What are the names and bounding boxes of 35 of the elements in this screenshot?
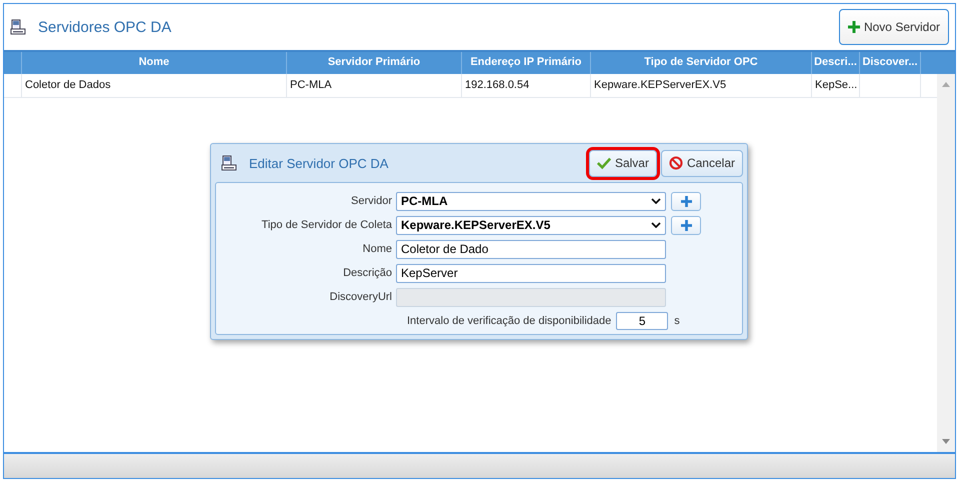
table-cell: 192.168.0.54 (465, 79, 530, 91)
add-button[interactable] (671, 216, 701, 234)
chevron-down-icon (651, 222, 661, 228)
plus-icon (680, 220, 692, 230)
field-label: Tipo de Servidor de Coleta (260, 219, 393, 231)
table-cell: KepSe... (815, 79, 858, 91)
server-icon (221, 155, 237, 171)
plus-icon (680, 196, 692, 206)
unit-label: s (674, 315, 680, 327)
field-label: Intervalo de verificação de disponibilidade (407, 315, 612, 327)
table-cell: PC-MLA (290, 79, 332, 91)
field-label: DiscoveryUrl (328, 291, 393, 303)
plus-icon (848, 21, 860, 33)
table-cell: Coletor de Dados (25, 79, 111, 91)
input-field[interactable]: Coletor de Dado (396, 240, 666, 258)
new-server-button[interactable]: Novo Servidor (838, 9, 949, 45)
field-label: Nome (362, 243, 393, 255)
field-label: Descrição (342, 267, 393, 279)
chevron-down-icon (651, 198, 661, 204)
field-label: Servidor (350, 195, 393, 207)
server-icon (10, 19, 26, 35)
scroll-down-icon[interactable] (942, 439, 950, 444)
input-field[interactable]: KepServer (396, 264, 666, 282)
page-title: Servidores OPC DA (38, 18, 172, 36)
dropdown[interactable]: Kepware.KEPServerEX.V5 (396, 216, 666, 234)
scrollbar[interactable] (937, 74, 955, 452)
prohibited-icon (668, 156, 683, 170)
dropdown[interactable]: PC-MLA (396, 192, 666, 210)
table-cell: Kepware.KEPServerEX.V5 (594, 79, 726, 91)
cancel-button[interactable]: Cancelar (660, 150, 743, 176)
dialog-title: Editar Servidor OPC DA (249, 156, 390, 170)
add-button[interactable] (671, 192, 701, 210)
checkmark-icon (596, 156, 611, 170)
scroll-up-icon[interactable] (942, 82, 950, 87)
interval-field[interactable]: 5 (616, 312, 668, 330)
